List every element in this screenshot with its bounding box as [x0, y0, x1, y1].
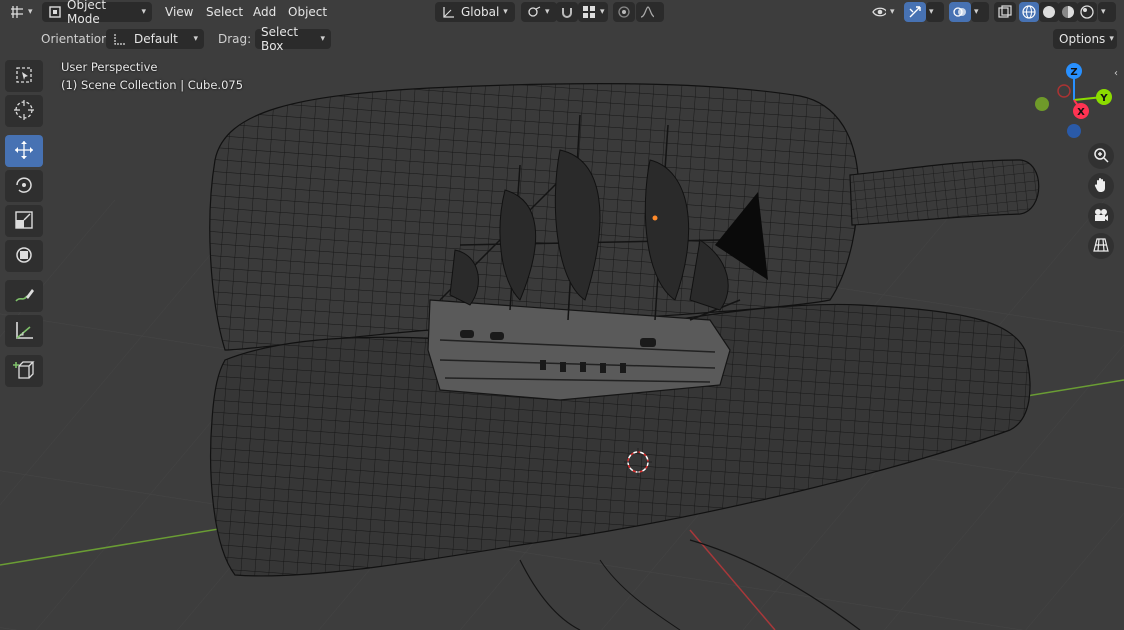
chevron-down-icon: ▾ — [545, 7, 550, 17]
viewport-scene — [0, 83, 1124, 630]
perspective-label: User Perspective — [61, 60, 158, 74]
proportional-edit-icon — [617, 5, 631, 19]
scale-tool[interactable] — [5, 205, 43, 237]
snap-toggle[interactable] — [556, 2, 578, 22]
ortho-toggle-button[interactable] — [1088, 233, 1114, 259]
drag-value: Select Box — [261, 25, 299, 53]
annotate-tool[interactable] — [5, 280, 43, 312]
rotate-tool[interactable] — [5, 170, 43, 202]
zoom-icon — [1093, 147, 1109, 166]
falloff-dropdown[interactable] — [636, 2, 664, 22]
chevron-down-icon: ▾ — [320, 34, 325, 44]
camera-view-button[interactable] — [1088, 203, 1114, 229]
move-tool[interactable] — [5, 135, 43, 167]
gizmo-y-label: Y — [1099, 93, 1108, 104]
tool-settings-bar: Orientation: Default ▾ Drag: Select Box … — [0, 25, 1124, 53]
wireframe-shading-button[interactable] — [1019, 2, 1039, 22]
chevron-down-icon: ▾ — [1109, 34, 1114, 44]
camera-icon — [1093, 207, 1109, 226]
menu-view[interactable]: View — [165, 2, 193, 22]
chevron-down-icon: ▾ — [890, 7, 895, 17]
mode-dropdown[interactable]: Object Mode ▾ — [42, 0, 152, 26]
grid-snap-icon — [582, 5, 596, 19]
zoom-button[interactable] — [1088, 143, 1114, 169]
orientation-dropdown[interactable]: Default ▾ — [106, 29, 204, 49]
measure-tool[interactable] — [5, 315, 43, 347]
pivot-point-dropdown[interactable]: ▾ — [521, 2, 557, 22]
add-cube-icon — [13, 359, 35, 384]
eye-icon — [872, 5, 886, 19]
transform-orientation-dropdown[interactable]: Global ▾ — [435, 2, 515, 22]
overlay-toggle[interactable] — [949, 2, 971, 22]
chevron-down-icon: ▾ — [1101, 7, 1106, 17]
gizmo-z-label: Z — [1070, 67, 1077, 78]
rendered-shading-button[interactable] — [1077, 2, 1097, 22]
options-label: Options — [1059, 32, 1106, 46]
grid-ortho-icon — [1093, 237, 1109, 256]
falloff-curve-icon — [640, 5, 654, 19]
cursor-tool[interactable] — [5, 95, 43, 127]
overlay-dropdown[interactable]: ▾ — [971, 2, 989, 22]
orientation-field-label: Orientation: — [41, 32, 113, 46]
visibility-dropdown[interactable]: ▾ — [866, 2, 900, 22]
solid-shading-button[interactable] — [1039, 2, 1059, 22]
material-shading-button[interactable] — [1058, 2, 1078, 22]
rendered-shading-icon — [1080, 5, 1094, 19]
drag-field-label: Drag: — [218, 32, 252, 46]
rotate-icon — [13, 174, 35, 199]
solid-shading-icon — [1042, 5, 1056, 19]
collection-label: (1) Scene Collection | Cube.075 — [61, 78, 244, 92]
pivot-icon — [527, 5, 541, 19]
xray-toggle[interactable] — [994, 2, 1016, 22]
options-dropdown[interactable]: Options ▾ — [1053, 29, 1117, 49]
transform-tool[interactable] — [5, 240, 43, 272]
chevron-down-icon: ▾ — [974, 7, 979, 17]
magnet-icon — [560, 5, 574, 19]
orientation-value: Default — [134, 32, 178, 46]
3d-viewport[interactable]: ▾ Object Mode ▾ View Select Add Object G… — [0, 0, 1124, 630]
xray-icon — [998, 5, 1012, 19]
chevron-down-icon: ▾ — [929, 7, 934, 17]
transform-icon — [13, 244, 35, 269]
chevron-down-icon: ▾ — [141, 7, 146, 17]
grid-editor-icon — [10, 5, 24, 19]
cursor-icon — [13, 99, 35, 124]
shading-dropdown[interactable]: ▾ — [1098, 2, 1116, 22]
chevron-down-icon: ▾ — [28, 7, 33, 17]
snap-target-dropdown[interactable]: ▾ — [578, 2, 608, 22]
select-box-tool[interactable] — [5, 60, 43, 92]
add-cube-tool[interactable] — [5, 355, 43, 387]
move-icon — [13, 139, 35, 164]
viewport-header: ▾ Object Mode ▾ View Select Add Object G… — [0, 0, 1124, 26]
menu-object[interactable]: Object — [288, 2, 327, 22]
select-box-icon — [14, 65, 34, 88]
orientation-axes-icon — [441, 5, 455, 19]
sidebar-toggle-icon[interactable]: ‹ — [1114, 68, 1118, 79]
orientation-gizmo-icon — [112, 32, 126, 46]
hand-icon — [1093, 177, 1109, 196]
menu-select[interactable]: Select — [206, 2, 243, 22]
material-shading-icon — [1061, 5, 1075, 19]
gizmo-toggle[interactable] — [904, 2, 926, 22]
proportional-edit-toggle[interactable] — [613, 2, 635, 22]
measure-icon — [13, 319, 35, 344]
chevron-down-icon: ▾ — [600, 7, 605, 17]
gizmo-dropdown[interactable]: ▾ — [926, 2, 944, 22]
chevron-down-icon: ▾ — [503, 7, 508, 17]
navigation-gizmo[interactable]: Z Y X — [1030, 60, 1120, 144]
scale-icon — [13, 209, 35, 234]
annotate-icon — [13, 284, 35, 309]
gizmo-x-label: X — [1077, 107, 1085, 118]
editor-type-button[interactable]: ▾ — [4, 2, 36, 22]
pan-button[interactable] — [1088, 173, 1114, 199]
orientation-label: Global — [461, 5, 500, 19]
menu-add[interactable]: Add — [253, 2, 276, 22]
mode-label: Object Mode — [67, 0, 107, 26]
overlay-icon — [953, 5, 967, 19]
chevron-down-icon: ▾ — [193, 34, 198, 44]
gizmo-icon — [908, 5, 922, 19]
wireframe-shading-icon — [1022, 5, 1036, 19]
object-mode-icon — [48, 5, 62, 19]
drag-dropdown[interactable]: Select Box ▾ — [255, 25, 331, 53]
